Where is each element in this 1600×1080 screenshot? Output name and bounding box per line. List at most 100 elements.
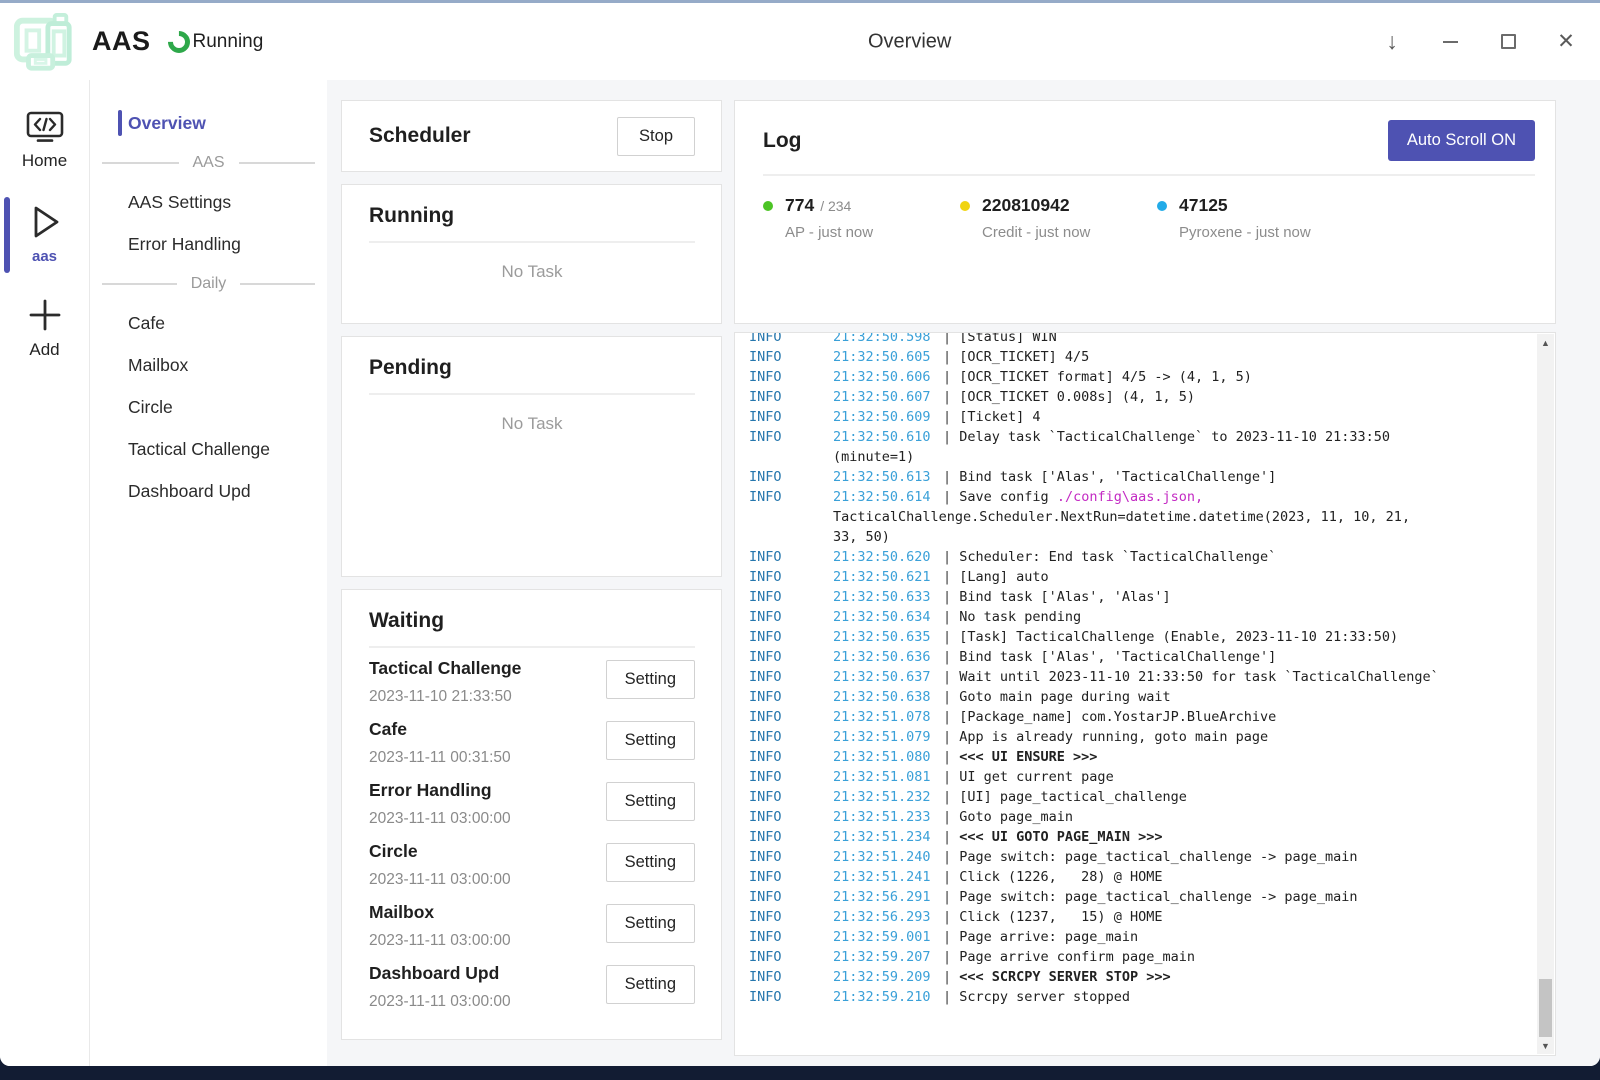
log-level: INFO [749,867,833,887]
minimize-icon[interactable] [1438,30,1462,54]
nav-item-label: Cafe [128,313,165,334]
stat-top: 220810942 [960,195,1157,216]
log-separator: | [943,809,959,825]
log-message: <<< SCRCPY SERVER STOP >>> [959,969,1170,985]
log-level: INFO [749,827,833,847]
task-info: Error Handling2023-11-11 03:00:00 [369,780,511,828]
log-lines: INFO21:32:50.598| [Status] WININFO21:32:… [749,332,1525,1007]
setting-button[interactable]: Setting [606,965,695,1004]
log-level: INFO [749,907,833,927]
nav-item-cafe[interactable]: Cafe [90,302,327,344]
auto-scroll-button[interactable]: Auto Scroll ON [1388,120,1535,161]
nav-item-mailbox[interactable]: Mailbox [90,344,327,386]
log-line: INFO21:32:59.207| Page arrive confirm pa… [749,947,1525,967]
log-message: Goto page_main [959,809,1073,825]
log-level: INFO [749,587,833,607]
log-line: INFO21:32:59.209| <<< SCRCPY SERVER STOP… [749,967,1525,987]
log-timestamp: 21:32:59.210 [833,987,943,1007]
stop-button[interactable]: Stop [617,117,695,156]
log-timestamp: 21:32:50.605 [833,347,943,367]
log-message: No task pending [959,609,1081,625]
task-name: Tactical Challenge [369,658,521,679]
log-message: [Status] WIN [959,332,1057,345]
log-timestamp: 21:32:59.001 [833,927,943,947]
waiting-title: Waiting [369,609,695,633]
log-separator: | [943,869,959,885]
log-timestamp: 21:32:59.209 [833,967,943,987]
log-separator: | [943,769,959,785]
rail-item-label: Add [29,340,59,360]
log-separator: | [943,389,959,405]
stat-total: / 234 [820,198,851,214]
running-spinner-icon [163,26,194,57]
log-level: INFO [749,947,833,967]
nav-item-overview[interactable]: Overview [90,102,327,144]
log-level: INFO [749,927,833,947]
log-level: INFO [749,567,833,587]
log-line-continuation: (minute=1) [749,447,1525,467]
log-separator: | [943,909,959,925]
setting-button[interactable]: Setting [606,843,695,882]
log-separator: | [943,469,959,485]
log-separator: | [943,969,959,985]
nav-item-aas-settings[interactable]: AAS Settings [90,181,327,223]
pending-title: Pending [369,356,695,380]
log-line: INFO21:32:50.607| [OCR_TICKET 0.008s] (4… [749,387,1525,407]
log-timestamp: 21:32:51.079 [833,727,943,747]
scroll-down-icon[interactable]: ▼ [1537,1037,1554,1054]
log-timestamp: 21:32:50.610 [833,427,943,447]
divider-line [239,162,316,164]
log-separator: | [943,669,959,685]
task-next-run: 2023-11-11 03:00:00 [369,932,511,950]
waiting-task-row: Cafe2023-11-11 00:31:50Setting [369,709,695,770]
log-level: INFO [749,707,833,727]
waiting-task-row: Mailbox2023-11-11 03:00:00Setting [369,892,695,953]
log-message: [OCR_TICKET] 4/5 [959,349,1089,365]
setting-button[interactable]: Setting [606,660,695,699]
log-level: INFO [749,767,833,787]
rail-item-home[interactable]: Home [0,102,89,181]
status-dot-icon [960,201,970,211]
setting-button[interactable]: Setting [606,721,695,760]
log-scrollbar[interactable]: ▲ ▼ [1537,334,1554,1054]
setting-button[interactable]: Setting [606,782,695,821]
code-monitor-icon [25,110,65,144]
log-separator: | [943,649,959,665]
log-separator: | [943,349,959,365]
rail-item-add[interactable]: Add [0,289,89,370]
log-separator: | [943,789,959,805]
log-output-panel: INFO21:32:50.598| [Status] WININFO21:32:… [734,332,1556,1056]
nav-item-circle[interactable]: Circle [90,386,327,428]
rail-item-aas[interactable]: aas [0,195,89,275]
divider-line [102,162,179,164]
task-name: Error Handling [369,780,511,801]
scroll-up-icon[interactable]: ▲ [1537,334,1554,351]
log-line: INFO21:32:50.610| Delay task `TacticalCh… [749,427,1525,447]
log-stat: 774/ 234AP - just now [763,195,960,241]
log-message: <<< UI GOTO PAGE_MAIN >>> [959,829,1162,845]
nav-item-error-handling[interactable]: Error Handling [90,223,327,265]
log-separator: | [943,729,959,745]
maximize-icon[interactable] [1496,30,1520,54]
nav-section-label: Daily [191,275,227,293]
titlebar: AAS Running Overview ↓ ✕ [0,3,1600,80]
log-message: Page switch: page_tactical_challenge -> … [959,849,1357,865]
scrollbar-thumb[interactable] [1539,979,1552,1037]
log-message: Click (1226, 28) @ HOME [959,869,1162,885]
log-separator: | [943,849,959,865]
log-message: <<< UI ENSURE >>> [959,749,1097,765]
log-line: INFO21:32:59.210| Scrcpy server stopped [749,987,1525,1007]
task-next-run: 2023-11-11 00:31:50 [369,749,511,767]
log-message: Goto main page during wait [959,689,1170,705]
nav-item-tactical-challenge[interactable]: Tactical Challenge [90,428,327,470]
stat-label: Credit - just now [982,224,1157,241]
status-dot-icon [1157,201,1167,211]
page-title: Overview [868,30,951,53]
log-line: INFO21:32:51.233| Goto page_main [749,807,1525,827]
log-line: INFO21:32:50.637| Wait until 2023-11-10 … [749,667,1525,687]
setting-button[interactable]: Setting [606,904,695,943]
download-icon[interactable]: ↓ [1380,30,1404,54]
log-level: INFO [749,967,833,987]
nav-item-dashboard-upd[interactable]: Dashboard Upd [90,470,327,512]
close-icon[interactable]: ✕ [1554,30,1578,54]
